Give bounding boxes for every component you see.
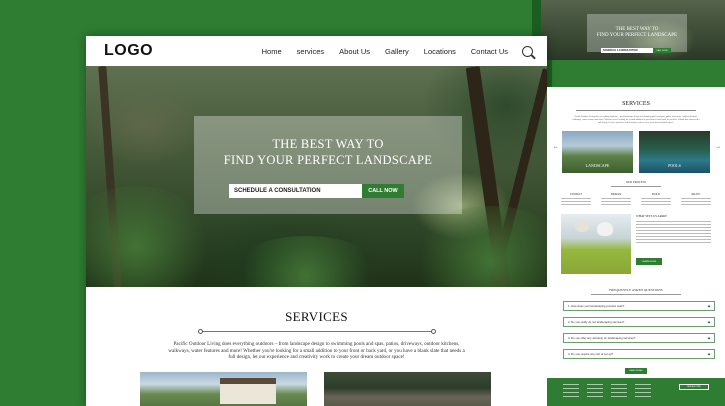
faq-question: 1. How does your landscaping process wor… bbox=[568, 304, 625, 308]
card-pools[interactable]: POOLS bbox=[639, 131, 710, 173]
chevron-down-icon bbox=[707, 336, 711, 340]
logo[interactable]: LOGO bbox=[104, 42, 153, 60]
hero-title-line1: THE BEST WAY TO bbox=[272, 137, 384, 151]
why-title: WHAT SETS US APART bbox=[636, 214, 667, 218]
process-step: BUILD bbox=[641, 193, 671, 206]
foliage bbox=[226, 236, 386, 287]
process-step: CONSULT bbox=[561, 193, 591, 206]
landscape-photo[interactable] bbox=[140, 372, 307, 406]
hero-title: THE BEST WAY TO FIND YOUR PERFECT LANDSC… bbox=[194, 136, 462, 168]
services-description: Pacific Outdoor Living does everything o… bbox=[168, 341, 465, 360]
services-section: SERVICES Pacific Outdoor Living does eve… bbox=[86, 287, 547, 361]
top-cta-field[interactable]: SCHEDULE A CONSULTATION bbox=[601, 48, 653, 53]
schedule-consultation-field[interactable]: SCHEDULE A CONSULTATION bbox=[229, 184, 362, 198]
our-process-title: OUR PROCESS bbox=[625, 180, 647, 184]
faq-question: 2. Do you really do not landscaping serv… bbox=[568, 320, 625, 324]
why-text: WHAT SETS US APART LEARN MORE bbox=[636, 214, 711, 274]
hero-section: THE BEST WAY TO FIND YOUR PERFECT LANDSC… bbox=[86, 66, 547, 287]
read-more-button[interactable]: READ MORE bbox=[625, 368, 647, 374]
nav-gallery[interactable]: Gallery bbox=[385, 47, 409, 56]
house-image bbox=[220, 378, 276, 404]
workers-photo bbox=[561, 214, 631, 274]
card-landscape-label: LANDSCAPE bbox=[585, 163, 610, 168]
faq-divider bbox=[591, 294, 681, 295]
main-nav: Home services About Us Gallery Locations… bbox=[262, 47, 508, 56]
chevron-down-icon bbox=[707, 304, 711, 308]
nav-home[interactable]: Home bbox=[262, 47, 282, 56]
hero-title-line2: FIND YOUR PERFECT LANDSCAPE bbox=[223, 153, 433, 167]
top-cta-button[interactable]: CALL NOW bbox=[653, 48, 671, 53]
hero-cta: SCHEDULE A CONSULTATION CALL NOW bbox=[229, 184, 404, 198]
desktop-mockup: LOGO Home services About Us Gallery Loca… bbox=[86, 36, 547, 406]
pool-photo[interactable] bbox=[324, 372, 491, 406]
top-hero-title: THE BEST WAY TO FIND YOUR PERFECT LANDSC… bbox=[587, 27, 687, 39]
why-paragraph bbox=[636, 221, 711, 243]
why-section: WHAT SETS US APART LEARN MORE bbox=[547, 214, 725, 274]
footer-links bbox=[587, 384, 603, 400]
card-pools-label: POOLS bbox=[668, 163, 681, 168]
step-label: BUILD bbox=[652, 193, 660, 196]
page-mockup-right: SERVICES Pacific Outdoor Living does eve… bbox=[547, 87, 725, 406]
our-process-divider bbox=[611, 186, 661, 187]
faq-item[interactable]: 3. Do you offer any warranty on landscap… bbox=[563, 333, 715, 343]
step-label: CONSULT bbox=[569, 193, 583, 196]
top-hero-cta: SCHEDULE A CONSULTATION CALL NOW bbox=[601, 48, 671, 53]
faq-item[interactable]: 1. How does your landscaping process wor… bbox=[563, 301, 715, 311]
step-label: ENJOY bbox=[691, 193, 701, 196]
site-footer: NEWSLETTER bbox=[547, 378, 725, 406]
process-step: DESIGN bbox=[601, 193, 631, 206]
faq-question: 3. Do you offer any warranty on landscap… bbox=[568, 336, 636, 340]
chevron-left-icon[interactable]: ← bbox=[553, 144, 559, 150]
learn-more-button[interactable]: LEARN MORE bbox=[636, 258, 662, 265]
search-icon[interactable] bbox=[522, 45, 533, 57]
faq-question: 4. Do you require any sort of set up? bbox=[568, 352, 614, 356]
services-divider bbox=[197, 327, 436, 336]
chevron-right-icon[interactable]: → bbox=[715, 144, 721, 150]
footer-links bbox=[611, 384, 627, 400]
footer-links bbox=[635, 384, 651, 400]
nav-contact-us[interactable]: Contact Us bbox=[471, 47, 508, 56]
process-steps: CONSULT DESIGN BUILD ENJOY bbox=[547, 193, 725, 206]
services-title: SERVICES bbox=[285, 309, 348, 324]
mobile-services-text: Pacific Outdoor Living does everything o… bbox=[572, 116, 700, 124]
faq-title: FREQUENTLY ASKED QUESTIONS bbox=[609, 288, 663, 292]
top-hero-title-line2: FIND YOUR PERFECT LANDSCAPE bbox=[596, 33, 678, 38]
mobile-service-cards: LANDSCAPE POOLS bbox=[547, 131, 725, 173]
nav-about-us[interactable]: About Us bbox=[339, 47, 370, 56]
chevron-down-icon bbox=[707, 352, 711, 356]
mobile-services-divider bbox=[576, 110, 696, 111]
faq-item[interactable]: 4. Do you require any sort of set up? bbox=[563, 349, 715, 359]
call-now-button[interactable]: CALL NOW bbox=[362, 184, 404, 198]
nav-locations[interactable]: Locations bbox=[424, 47, 456, 56]
card-landscape[interactable]: LANDSCAPE bbox=[562, 131, 633, 173]
newsletter-button[interactable]: NEWSLETTER bbox=[679, 384, 709, 390]
process-step: ENJOY bbox=[681, 193, 711, 206]
foliage bbox=[406, 206, 547, 287]
mobile-services-title: SERVICES bbox=[622, 101, 650, 107]
nav-services[interactable]: services bbox=[297, 47, 325, 56]
footer-links bbox=[563, 384, 579, 400]
faq-item[interactable]: 2. Do you really do not landscaping serv… bbox=[563, 317, 715, 327]
site-header: LOGO Home services About Us Gallery Loca… bbox=[86, 36, 547, 66]
top-hero-mockup: THE BEST WAY TO FIND YOUR PERFECT LANDSC… bbox=[541, 0, 725, 60]
step-label: DESIGN bbox=[611, 193, 621, 196]
chevron-down-icon bbox=[707, 320, 711, 324]
